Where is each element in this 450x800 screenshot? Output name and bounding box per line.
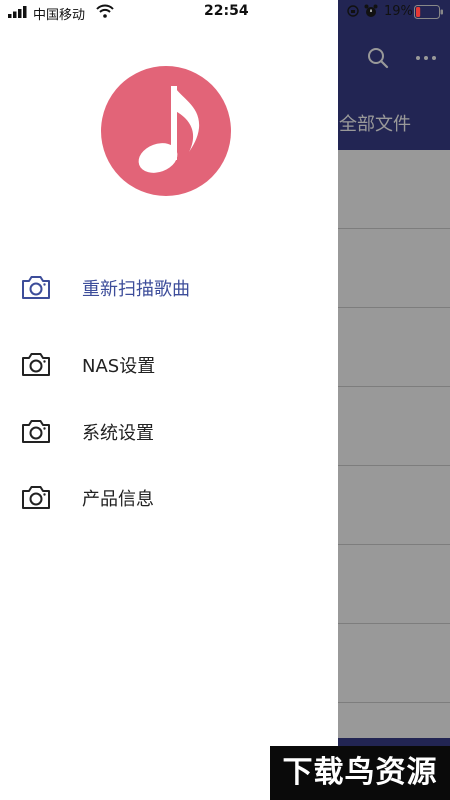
app-logo [101, 66, 231, 196]
battery-icon [414, 5, 443, 19]
status-time: 22:54 [204, 3, 249, 19]
alarm-icon [364, 4, 378, 17]
menu-item-nas-settings[interactable]: NAS设置 [0, 339, 338, 389]
watermark-logo: 下载鸟资源 [270, 746, 450, 800]
menu-item-label: NAS设置 [82, 356, 156, 377]
menu-item-label: 重新扫描歌曲 [82, 279, 190, 300]
camera-icon [22, 276, 50, 299]
navigation-drawer: 重新扫描歌曲 NAS设置 系统设置 产品信息 [0, 0, 338, 800]
battery-percent: 19% [384, 4, 413, 19]
music-note-icon [138, 86, 200, 173]
wifi-icon [96, 4, 114, 18]
menu-item-product-info[interactable]: 产品信息 [0, 472, 338, 522]
camera-icon [22, 353, 50, 376]
menu-item-label: 系统设置 [82, 423, 154, 444]
rotation-lock-icon [347, 5, 359, 17]
carrier-name: 中国移动 [33, 8, 86, 23]
menu-item-system-settings[interactable]: 系统设置 [0, 406, 338, 456]
menu-item-label: 产品信息 [82, 489, 154, 510]
status-bar: 中国移动 22:54 19% [0, 0, 450, 24]
menu-item-rescan-songs[interactable]: 重新扫描歌曲 [0, 262, 338, 312]
signal-icon [8, 6, 27, 18]
camera-icon [22, 486, 50, 509]
camera-icon [22, 420, 50, 443]
